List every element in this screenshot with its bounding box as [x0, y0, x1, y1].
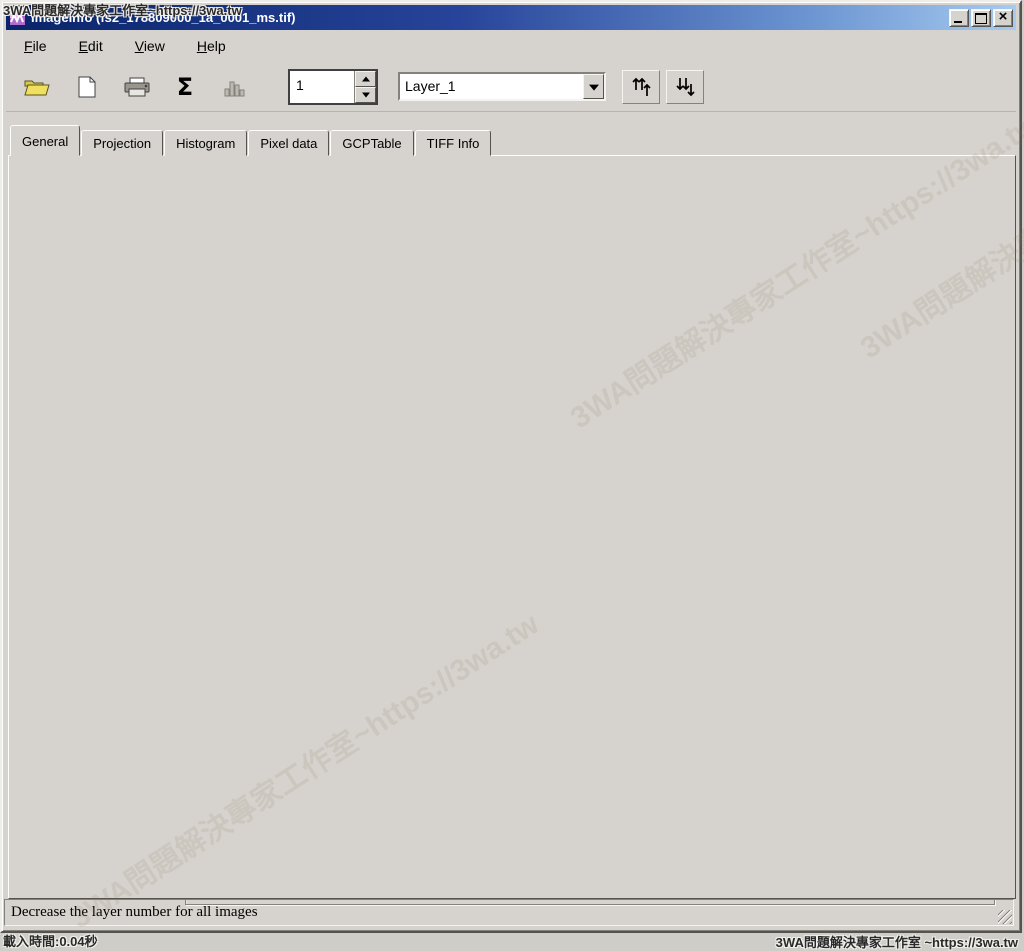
layer-down-icon	[673, 76, 697, 98]
app-icon	[9, 10, 26, 26]
tab-general[interactable]: General	[10, 125, 80, 156]
decrease-layer-button[interactable]	[666, 70, 704, 104]
layer-number-spinner[interactable]: 1	[288, 69, 378, 105]
tab-pixel-data[interactable]: Pixel data	[248, 130, 329, 156]
screen: 3WA問題解決專家工作室~https://3wa.tw ImageInfo (f…	[0, 0, 1024, 951]
tab-gcp-table[interactable]: GCPTable	[330, 130, 413, 156]
open-file-button[interactable]	[18, 70, 56, 104]
new-document-icon	[78, 76, 96, 98]
menu-view[interactable]: View	[127, 35, 173, 57]
printer-icon	[124, 77, 150, 97]
close-button[interactable]	[993, 9, 1013, 27]
window-title: ImageInfo (fs2_178809000_1a_0001_ms.tif)	[31, 10, 296, 25]
resize-grip-icon[interactable]	[998, 910, 1012, 924]
new-file-button[interactable]	[68, 70, 106, 104]
layer-select-value: Layer_1	[400, 74, 583, 99]
spinner-up-button[interactable]	[355, 71, 376, 87]
layer-select[interactable]: Layer_1	[398, 72, 606, 101]
imageinfo-window: ImageInfo (fs2_178809000_1a_0001_ms.tif)…	[0, 0, 1022, 933]
watermark-bottom-right: 3WA問題解決專家工作室 ~https://3wa.tw	[776, 932, 1018, 951]
maximize-button[interactable]	[971, 9, 991, 27]
menu-help[interactable]: Help	[189, 35, 234, 57]
general-tab-panel	[8, 155, 1016, 899]
status-text: Decrease the layer number for all images	[11, 904, 258, 921]
menubar: File Edit View Help	[6, 32, 1016, 59]
histogram-button[interactable]	[216, 70, 254, 104]
menu-edit[interactable]: Edit	[71, 35, 111, 57]
minimize-button[interactable]	[949, 9, 969, 27]
statistics-button[interactable]: Σ	[166, 70, 204, 104]
status-bar: Decrease the layer number for all images	[4, 899, 1014, 926]
tab-projection[interactable]: Projection	[81, 130, 163, 156]
menu-file[interactable]: File	[16, 35, 55, 57]
tab-bar: General Projection Histogram Pixel data …	[10, 123, 492, 156]
layer-up-icon	[629, 76, 653, 98]
chevron-down-icon[interactable]	[583, 74, 604, 99]
sigma-icon: Σ	[177, 75, 193, 99]
tab-tiff-info[interactable]: TIFF Info	[415, 130, 492, 156]
spinner-down-button[interactable]	[355, 87, 376, 103]
increase-layer-button[interactable]	[622, 70, 660, 104]
titlebar[interactable]: ImageInfo (fs2_178809000_1a_0001_ms.tif)	[6, 5, 1016, 30]
tab-histogram[interactable]: Histogram	[164, 130, 247, 156]
layer-number-value[interactable]: 1	[290, 71, 354, 103]
print-button[interactable]	[118, 70, 156, 104]
toolbar: Σ 1 Laye	[6, 60, 1016, 112]
histogram-icon	[223, 77, 247, 97]
watermark-bottom-left: 載入時間:0.04秒	[3, 931, 98, 950]
open-folder-icon	[24, 77, 50, 97]
